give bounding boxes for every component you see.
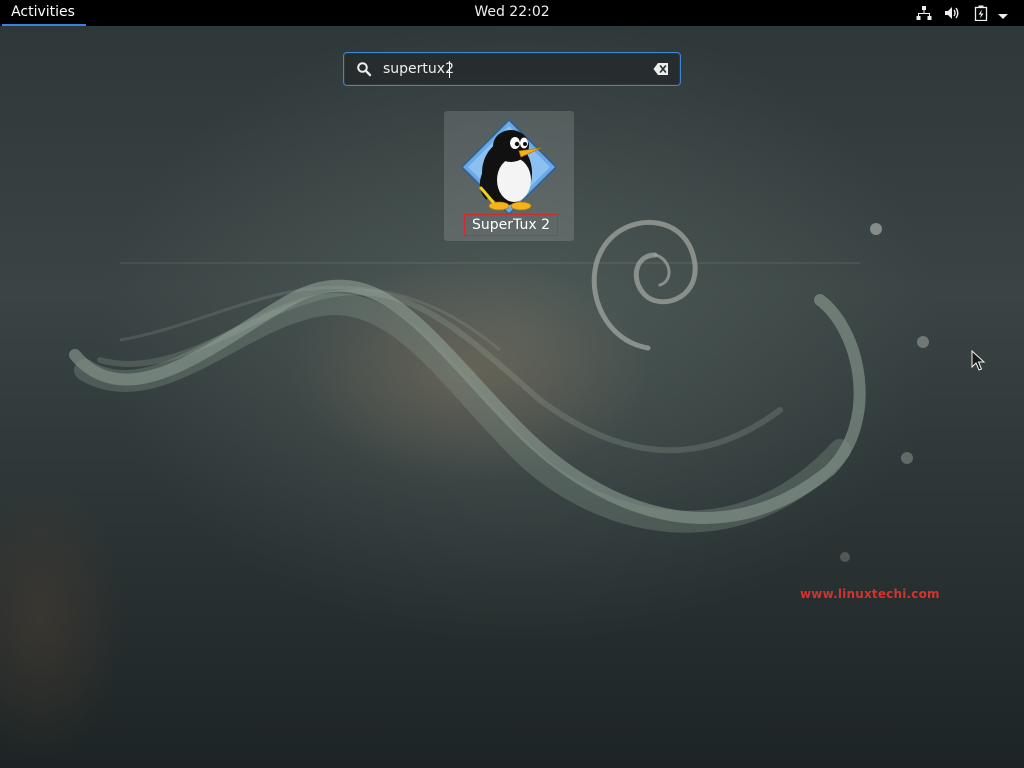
site-watermark: www.linuxtechi.com [800,587,940,601]
network-wired-icon[interactable] [916,5,932,21]
text-cursor [449,61,450,78]
debian-swirl-logo [591,220,698,351]
search-result-app[interactable]: SuperTux 2 [444,111,574,241]
app-name-label: SuperTux 2 [464,214,558,236]
top-bar: Activities Wed 22:02 [0,0,1024,26]
search-query-text: supertux2 [383,61,454,77]
activities-button[interactable]: Activities [0,0,86,26]
system-menu-arrow-icon[interactable] [997,9,1009,25]
clear-text-icon[interactable] [653,62,669,76]
supertux-penguin-icon [460,118,558,216]
mouse-pointer-icon [971,350,985,371]
search-icon [357,62,372,77]
battery-charging-icon[interactable] [974,5,988,21]
volume-icon[interactable] [944,5,960,21]
clock[interactable]: Wed 22:02 [462,0,562,26]
desktop-overview: Activities Wed 22:02 supertux2 SuperTux … [0,0,1024,768]
search-input[interactable]: supertux2 [343,52,681,86]
activities-active-indicator [2,24,86,26]
